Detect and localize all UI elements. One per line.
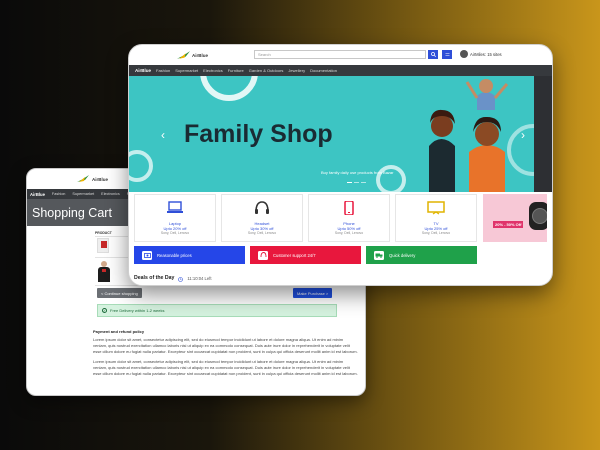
deals-of-the-day: Deals of the Day 11:10:04 Left: [134, 269, 212, 285]
nav-item-garden[interactable]: Garden & Outdoors: [249, 68, 284, 73]
family-shop-window: AirBlue Search AirMiles: 15 sites AirBlu…: [128, 44, 553, 286]
category-card-tv[interactable]: TV Upto 25% off Sony, Dell, Lenovo: [395, 194, 477, 242]
account-label: AirMiles: 15 sites: [470, 51, 502, 57]
feature-customer-support[interactable]: Customer support 24/7: [250, 246, 361, 264]
deals-title: Deals of the Day: [134, 275, 175, 281]
carousel-dot[interactable]: [361, 182, 366, 184]
banner-title: Family Shop: [184, 120, 333, 148]
delivery-notice: ✓ Free Delivery within 1-2 weeks: [97, 304, 337, 317]
headset-icon: [258, 250, 268, 260]
deals-timer: 11:10:04 Left: [187, 275, 212, 281]
category-brands: Sony, Dell, Lenovo: [247, 231, 277, 235]
continue-shopping-button[interactable]: < Continue shopping: [97, 288, 142, 298]
product-column-header: PRODUCT: [95, 231, 112, 235]
front-logo[interactable]: AirBlue: [177, 51, 208, 60]
product-image-shirt[interactable]: [97, 238, 109, 253]
back-logo-text[interactable]: AirBlue: [92, 177, 108, 182]
make-purchase-button[interactable]: Make Purchase >: [293, 288, 333, 298]
search-input[interactable]: Search: [254, 50, 426, 59]
back-nav-item-fashion[interactable]: Fashion: [52, 192, 66, 196]
category-card-headset[interactable]: Headset Upto 30% off Sony, Dell, Lenovo: [221, 194, 303, 242]
smartwatch-image: [529, 202, 547, 230]
policy-title: Payment and refund policy: [93, 329, 145, 334]
money-icon: [142, 250, 152, 260]
nav-item-documentation[interactable]: Documentation: [310, 68, 337, 73]
laptop-icon: [167, 201, 183, 213]
delivery-text: Free Delivery within 1-2 weeks: [110, 308, 165, 313]
nav-item-supermarket[interactable]: Supermarket: [175, 68, 198, 73]
airblue-logo-icon: [77, 175, 89, 182]
category-card-laptop[interactable]: Laptop Upto 20% off Sony, Dell, Lenovo: [134, 194, 216, 242]
airblue-logo-icon: [177, 51, 190, 59]
check-circle-icon: ✓: [102, 308, 107, 313]
clock-icon: [178, 269, 184, 285]
page-title: Shopping Cart: [32, 205, 112, 220]
feature-label: Reasonable prices: [157, 252, 192, 258]
front-nav-bar: AirBlue Fashion Supermarket Electronics …: [129, 65, 552, 76]
account-menu[interactable]: AirMiles: 15 sites: [460, 50, 502, 58]
feature-strip: Reasonable prices Customer support 24/7 …: [134, 246, 477, 264]
headset-icon: [255, 201, 269, 214]
chevron-left-icon[interactable]: ‹: [161, 128, 165, 142]
back-nav-item-supermarket[interactable]: Supermarket: [72, 192, 94, 196]
nav-item-fashion[interactable]: Fashion: [156, 68, 170, 73]
phone-icon: [344, 200, 354, 216]
nav-item-electronics[interactable]: Electronics: [203, 68, 223, 73]
category-brands: Sony, Dell, Lenovo: [334, 231, 364, 235]
product-image-jacket[interactable]: [97, 261, 111, 282]
back-nav-item-electronics[interactable]: Electronics: [101, 192, 120, 196]
feature-label: Quick delivery: [389, 252, 416, 258]
front-logo-text: AirBlue: [192, 53, 209, 58]
category-brands: Sony, Dell, Lenovo: [160, 231, 190, 235]
carousel-dot[interactable]: [354, 182, 359, 184]
carousel-dots[interactable]: [347, 182, 366, 184]
feature-label: Customer support 24/7: [273, 252, 316, 258]
front-nav-brand[interactable]: AirBlue: [135, 68, 151, 73]
feature-reasonable-prices[interactable]: Reasonable prices: [134, 246, 245, 264]
category-brands: Sony, Dell, Lenovo: [421, 231, 451, 235]
promo-discount: 20% - 50% Off: [493, 221, 524, 228]
search-icon: [430, 52, 436, 57]
refund-policy: Payment and refund policy Lorem ipsum do…: [93, 329, 358, 381]
jacket-logo: [102, 269, 106, 272]
nav-item-furniture[interactable]: Furniture: [228, 68, 244, 73]
policy-paragraph: Lorem ipsum dolor sit amet, consectetur …: [93, 359, 358, 376]
sliders-icon: [445, 53, 449, 56]
filter-button[interactable]: [442, 50, 452, 59]
front-header: AirBlue Search AirMiles: 15 sites: [129, 45, 552, 65]
tv-icon: [427, 201, 445, 215]
nav-item-jewellery[interactable]: Jewellery: [288, 68, 305, 73]
search-button[interactable]: [428, 50, 438, 59]
category-card-phone[interactable]: Phone Upto 50% off Sony, Dell, Lenovo: [308, 194, 390, 242]
hero-banner[interactable]: ‹ › Family Shop Buy family daily use pro…: [129, 76, 552, 192]
avatar: [460, 50, 468, 58]
banner-subtitle: Buy family daily use products from Bazar: [321, 170, 394, 175]
policy-paragraph: Lorem ipsum dolor sit amet, consectetur …: [93, 337, 358, 354]
promo-banner[interactable]: 20% - 50% Off: [483, 194, 547, 242]
chevron-right-icon[interactable]: ›: [521, 128, 525, 142]
carousel-dot[interactable]: [347, 182, 352, 184]
feature-quick-delivery[interactable]: Quick delivery: [366, 246, 477, 264]
truck-icon: [374, 250, 384, 260]
back-nav-brand[interactable]: AirBlue: [30, 192, 45, 197]
category-cards: Laptop Upto 20% off Sony, Dell, Lenovo H…: [134, 194, 477, 242]
